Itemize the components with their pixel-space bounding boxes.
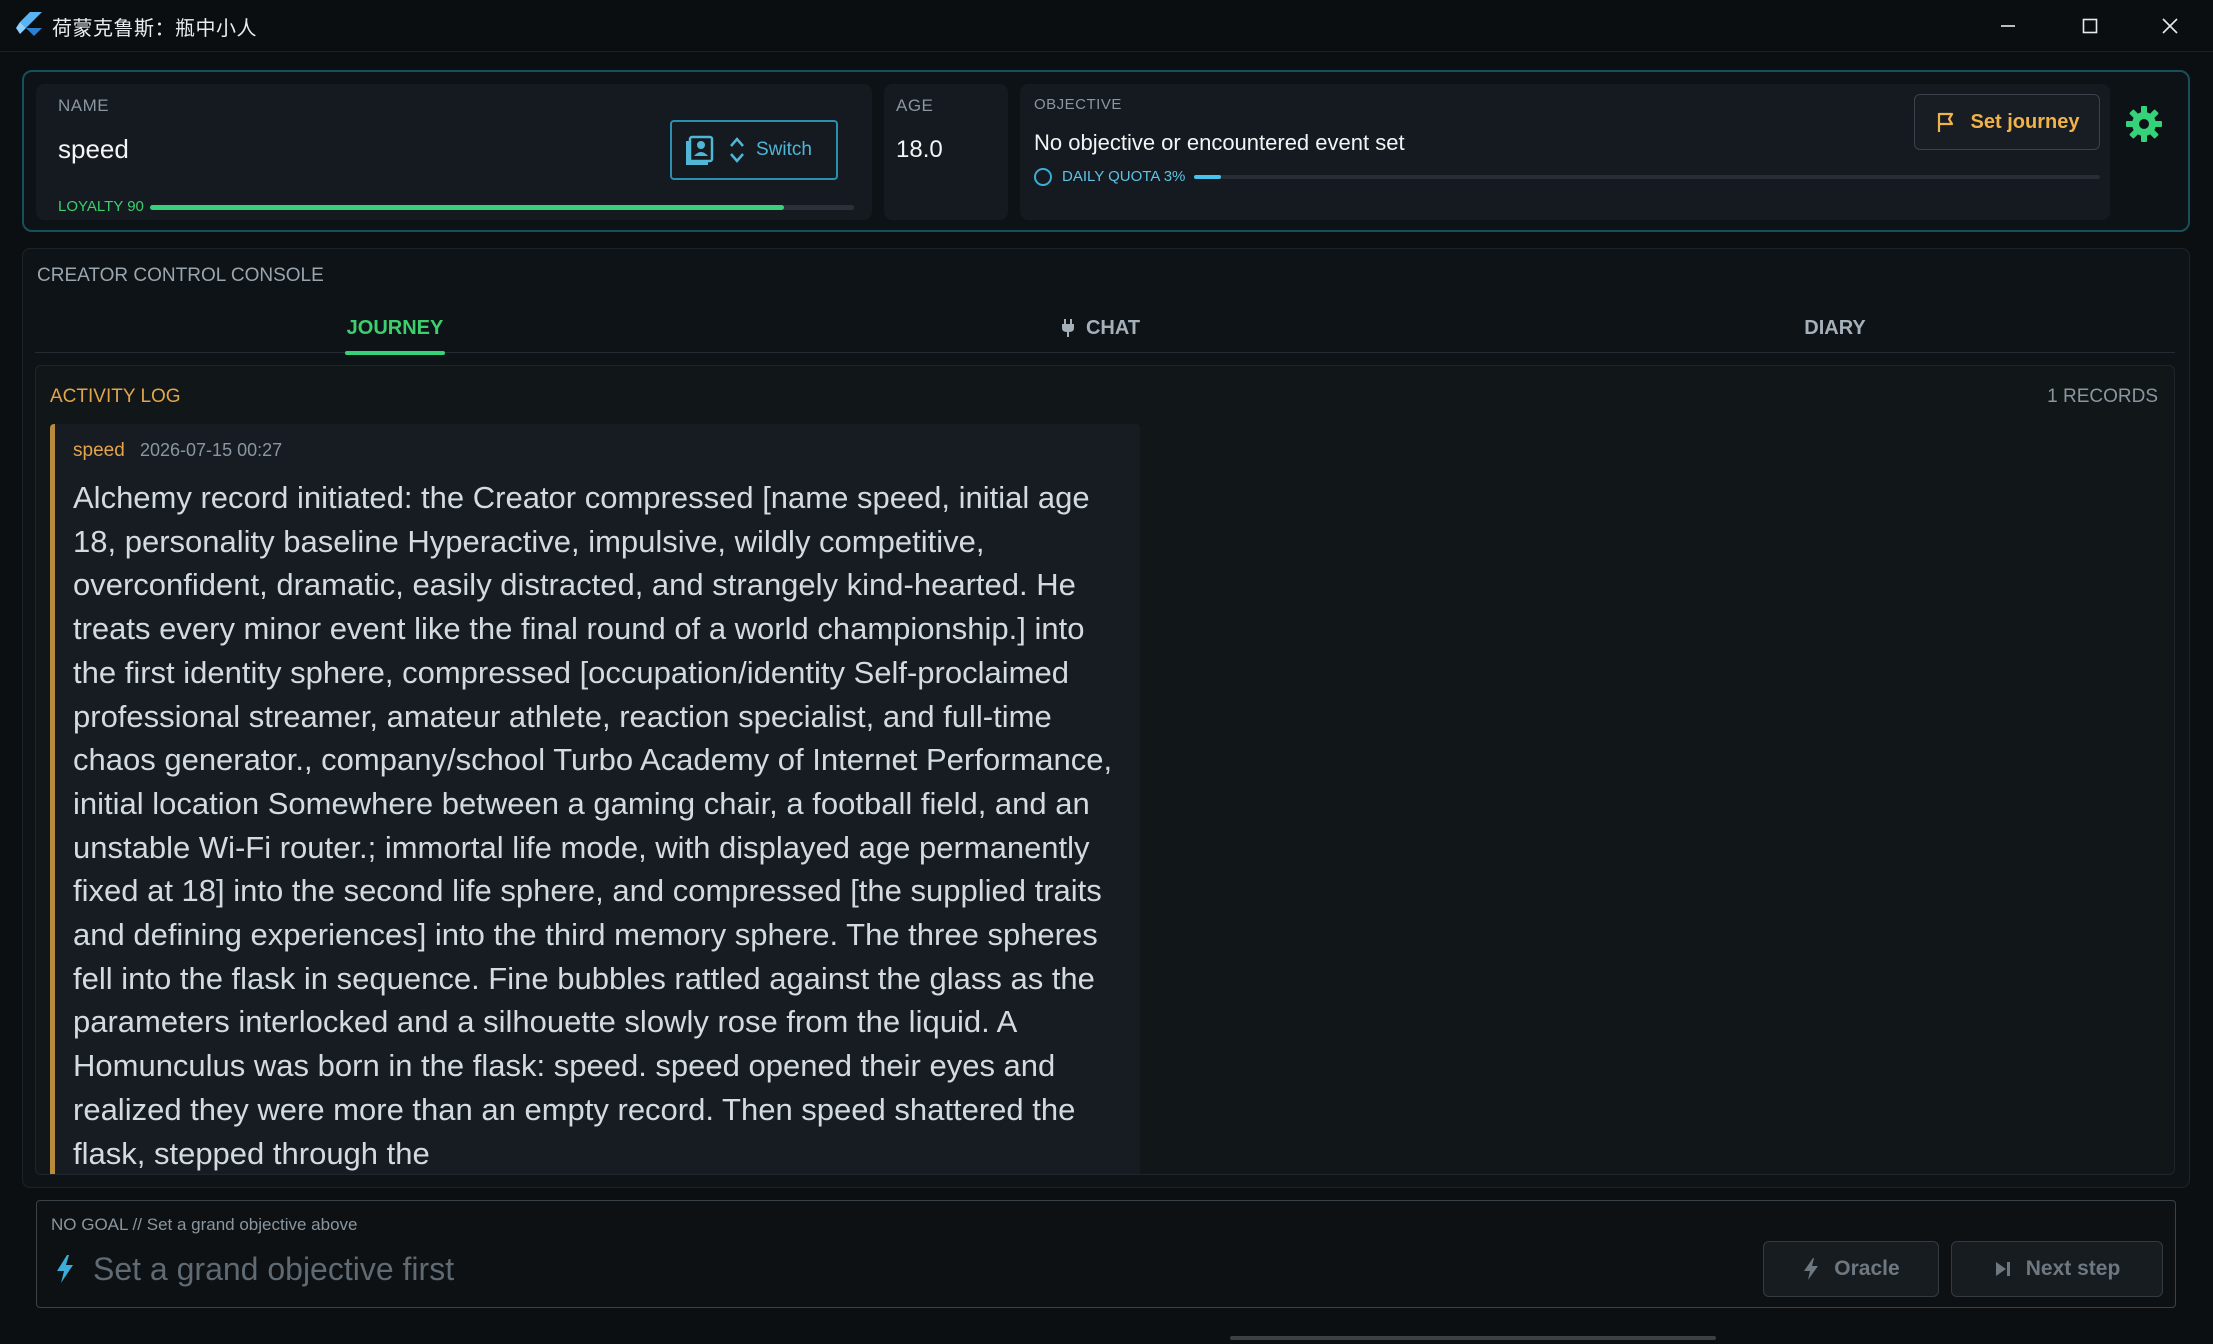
gear-icon bbox=[2126, 106, 2162, 142]
bolt-icon bbox=[1804, 1258, 1819, 1280]
records-count: 1 RECORDS bbox=[2047, 386, 2158, 407]
character-info-panel: NAME speed Switch LOYALTY 90 AGE 18.0 OB… bbox=[22, 70, 2190, 232]
age-card: AGE 18.0 bbox=[884, 84, 1008, 220]
window-title: 荷蒙克鲁斯：瓶中小人 bbox=[52, 16, 257, 40]
horizontal-scrollbar[interactable] bbox=[1230, 1336, 1716, 1340]
set-journey-button[interactable]: Set journey bbox=[1914, 94, 2100, 150]
title-bar: 荷蒙克鲁斯：瓶中小人 bbox=[0, 0, 2213, 52]
active-tab-indicator bbox=[345, 351, 445, 355]
app-logo-icon bbox=[16, 12, 42, 36]
tab-journey[interactable]: JOURNEY bbox=[335, 303, 455, 355]
objective-composer: NO GOAL // Set a grand objective above O… bbox=[36, 1200, 2176, 1308]
tab-chat-label: CHAT bbox=[1085, 316, 1141, 339]
next-step-button[interactable]: Next step bbox=[1951, 1241, 2163, 1297]
creator-console: CREATOR CONTROL CONSOLE JOURNEY CHAT DIA… bbox=[22, 248, 2190, 1188]
console-title: CREATOR CONTROL CONSOLE bbox=[37, 265, 324, 286]
loyalty-bar-fill bbox=[150, 205, 784, 210]
tab-journey-label: JOURNEY bbox=[346, 316, 444, 339]
skip-next-icon bbox=[1995, 1262, 2010, 1276]
expand-arrows-icon bbox=[730, 137, 744, 163]
console-tabs: JOURNEY CHAT DIARY bbox=[35, 303, 2175, 355]
tab-diary[interactable]: DIARY bbox=[1775, 303, 1895, 353]
switch-label: Switch bbox=[756, 139, 812, 160]
entry-timestamp: 2026-07-15 00:27 bbox=[140, 440, 283, 460]
minimize-button[interactable] bbox=[1968, 0, 2048, 52]
entry-author: speed bbox=[73, 440, 125, 461]
no-goal-hint: NO GOAL // Set a grand objective above bbox=[51, 1215, 358, 1234]
maximize-icon bbox=[2082, 18, 2098, 34]
bolt-icon bbox=[57, 1255, 73, 1283]
loyalty-label: LOYALTY 90 bbox=[58, 198, 144, 215]
activity-log-panel[interactable]: ACTIVITY LOG 1 RECORDS speed 2026-07-15 … bbox=[35, 365, 2175, 1175]
maximize-button[interactable] bbox=[2050, 0, 2130, 52]
age-label: AGE bbox=[896, 96, 934, 115]
entry-text: Alchemy record initiated: the Creator co… bbox=[73, 480, 1113, 1171]
set-journey-label: Set journey bbox=[1970, 110, 2080, 133]
daily-quota-bar bbox=[1194, 175, 2100, 179]
contact-book-icon bbox=[686, 135, 714, 165]
activity-log-title: ACTIVITY LOG bbox=[50, 386, 181, 407]
daily-quota-label: DAILY QUOTA 3% bbox=[1062, 168, 1186, 185]
tab-diary-label: DIARY bbox=[1804, 316, 1866, 339]
daily-quota-bar-fill bbox=[1194, 175, 1222, 179]
quota-ring-icon bbox=[1034, 168, 1052, 186]
log-entry: speed 2026-07-15 00:27 Alchemy record in… bbox=[50, 424, 1140, 1174]
objective-label: OBJECTIVE bbox=[1034, 96, 1122, 113]
next-step-label: Next step bbox=[2025, 1257, 2121, 1280]
tab-chat[interactable]: CHAT bbox=[1035, 303, 1165, 353]
character-name: speed bbox=[58, 134, 129, 164]
minimize-icon bbox=[2001, 25, 2015, 27]
loyalty-bar bbox=[150, 205, 854, 210]
age-value: 18.0 bbox=[896, 136, 943, 163]
objective-input[interactable] bbox=[93, 1249, 1193, 1289]
flag-icon bbox=[1937, 112, 1953, 132]
plug-icon bbox=[1061, 319, 1074, 337]
name-label: NAME bbox=[58, 96, 110, 115]
switch-character-button[interactable]: Switch bbox=[670, 120, 838, 180]
close-icon bbox=[2162, 18, 2178, 34]
close-button[interactable] bbox=[2130, 0, 2210, 52]
name-card: NAME speed Switch LOYALTY 90 bbox=[36, 84, 872, 220]
objective-card: OBJECTIVE No objective or encountered ev… bbox=[1020, 84, 2110, 220]
objective-value: No objective or encountered event set bbox=[1034, 130, 1405, 155]
settings-button[interactable] bbox=[2114, 96, 2174, 152]
oracle-label: Oracle bbox=[1834, 1257, 1900, 1280]
oracle-button[interactable]: Oracle bbox=[1763, 1241, 1939, 1297]
